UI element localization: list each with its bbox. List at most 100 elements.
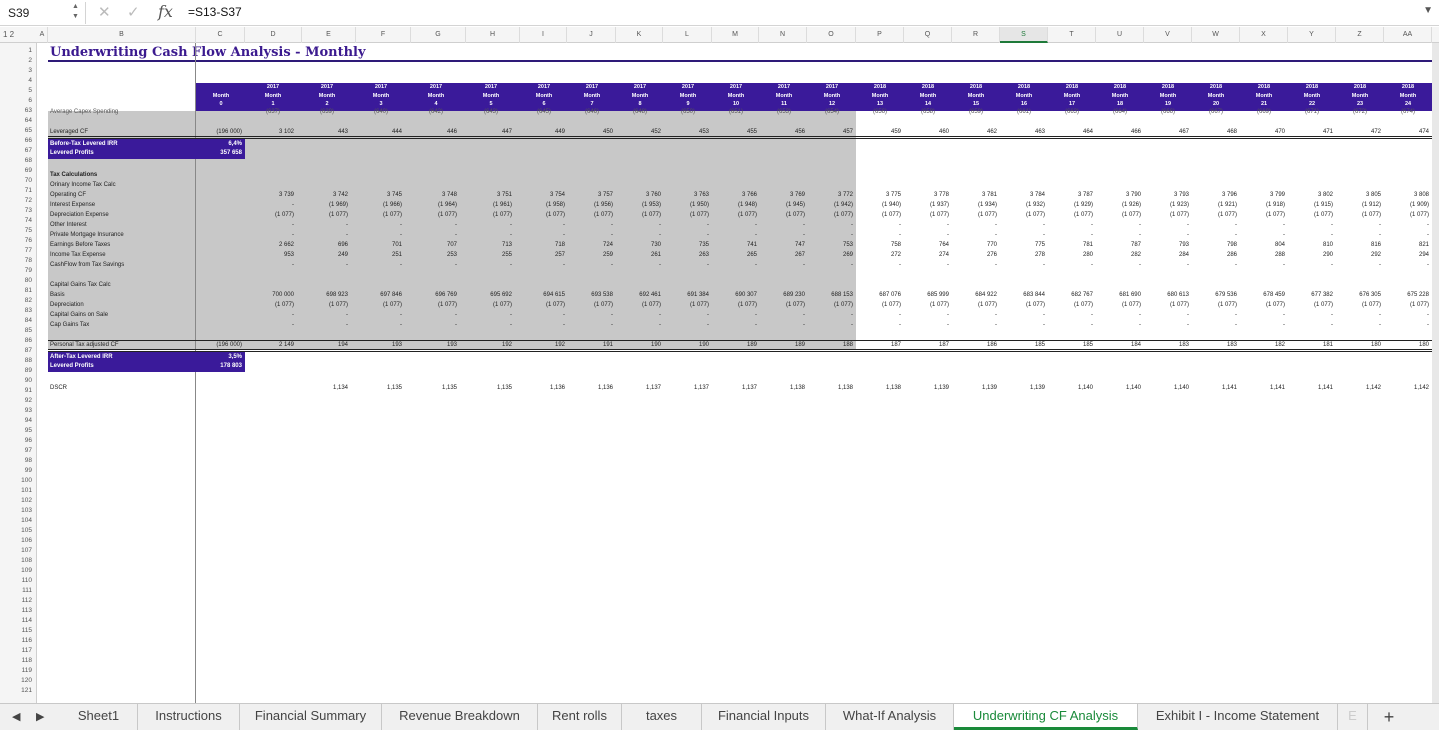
cell-value[interactable]: -: [1383, 261, 1433, 269]
cell-value[interactable]: 1,141: [1191, 384, 1241, 392]
cell-value[interactable]: 781: [1047, 241, 1097, 249]
cell-value[interactable]: 675 228: [1383, 291, 1433, 299]
cell-value[interactable]: -: [466, 321, 516, 329]
cell-value[interactable]: -: [903, 321, 953, 329]
cell-value[interactable]: (666): [1143, 108, 1193, 116]
cell-value[interactable]: (1 926): [1095, 201, 1145, 209]
cell-value[interactable]: 3 739: [248, 191, 298, 199]
cell-value[interactable]: (1 932): [999, 201, 1049, 209]
row-header[interactable]: 98: [0, 456, 37, 466]
cell-value[interactable]: 474: [1383, 128, 1433, 136]
cell-value[interactable]: -: [903, 231, 953, 239]
cell-value[interactable]: (1 077): [1095, 211, 1145, 219]
cell-value[interactable]: 3 102: [248, 128, 298, 136]
cell-value[interactable]: 267: [759, 251, 809, 259]
row-header[interactable]: 112: [0, 596, 37, 606]
cell-value[interactable]: 3 793: [1143, 191, 1193, 199]
cell-value[interactable]: -: [302, 311, 352, 319]
row-header[interactable]: 63: [0, 106, 37, 116]
cell-value[interactable]: (656): [855, 108, 905, 116]
cell-value[interactable]: 1,134: [302, 384, 352, 392]
cell-value[interactable]: 463: [999, 128, 1049, 136]
cell-value[interactable]: -: [248, 261, 298, 269]
before-tax-irr-value[interactable]: 6,4%: [228, 140, 242, 149]
cell-value[interactable]: 261: [615, 251, 665, 259]
cell-value[interactable]: -: [1383, 321, 1433, 329]
cell-value[interactable]: -: [807, 321, 857, 329]
cell-value[interactable]: 1,139: [903, 384, 953, 392]
column-header-V[interactable]: V: [1144, 27, 1192, 43]
cell-value[interactable]: (1 964): [411, 201, 461, 209]
cell-value[interactable]: -: [466, 231, 516, 239]
cell-value[interactable]: -: [1047, 321, 1097, 329]
after-tax-irr-value[interactable]: 3,5%: [228, 353, 242, 362]
cell-value[interactable]: (1 077): [1287, 211, 1337, 219]
row-header[interactable]: 80: [0, 276, 37, 286]
cell-value[interactable]: -: [1287, 231, 1337, 239]
expand-formula-icon[interactable]: ▼: [1423, 5, 1433, 16]
cell-value[interactable]: 775: [999, 241, 1049, 249]
sheet-tab[interactable]: Instructions: [138, 704, 240, 730]
cell-value[interactable]: -: [759, 221, 809, 229]
cell-value[interactable]: 185: [999, 341, 1049, 349]
sheet-tab[interactable]: Rent rolls: [538, 704, 622, 730]
cell-value[interactable]: -: [999, 221, 1049, 229]
cell-value[interactable]: -: [615, 321, 665, 329]
row-header[interactable]: 84: [0, 316, 37, 326]
cell-value[interactable]: (1 077): [411, 301, 461, 309]
row-header[interactable]: 6: [0, 96, 37, 106]
cell-value[interactable]: 255: [466, 251, 516, 259]
cell-value[interactable]: 193: [356, 341, 406, 349]
cell-value[interactable]: -: [807, 261, 857, 269]
cell-value[interactable]: 697 846: [356, 291, 406, 299]
cell-value[interactable]: 1,135: [356, 384, 406, 392]
cell-value[interactable]: 190: [615, 341, 665, 349]
row-header[interactable]: 118: [0, 656, 37, 666]
cell-value[interactable]: 758: [855, 241, 905, 249]
column-header-L[interactable]: L: [663, 27, 712, 43]
row-header[interactable]: 110: [0, 576, 37, 586]
cell-value[interactable]: -: [411, 261, 461, 269]
cell-value[interactable]: 183: [1191, 341, 1241, 349]
cell-value[interactable]: 187: [903, 341, 953, 349]
cell-value[interactable]: (1 077): [1383, 211, 1433, 219]
cell-value[interactable]: (1 077): [1191, 301, 1241, 309]
cell-value[interactable]: -: [519, 311, 569, 319]
cell-value[interactable]: -: [855, 321, 905, 329]
cell-value[interactable]: (658): [903, 108, 953, 116]
cell-value[interactable]: (671): [1287, 108, 1337, 116]
row-header[interactable]: 95: [0, 426, 37, 436]
cell-value[interactable]: 452: [615, 128, 665, 136]
cell-value[interactable]: -: [248, 311, 298, 319]
column-header-H[interactable]: H: [466, 27, 520, 43]
cell-value[interactable]: (1 948): [711, 201, 761, 209]
row-header[interactable]: 76: [0, 236, 37, 246]
column-header-N[interactable]: N: [759, 27, 807, 43]
cell-value[interactable]: (667): [1191, 108, 1241, 116]
cell-value[interactable]: (1 077): [1239, 301, 1289, 309]
outline-levels[interactable]: 1 2: [0, 27, 22, 43]
cell-value[interactable]: -: [466, 221, 516, 229]
cell-value[interactable]: (1 077): [663, 301, 713, 309]
column-header-E[interactable]: E: [302, 27, 356, 43]
cell-value[interactable]: -: [999, 311, 1049, 319]
cell-value[interactable]: 680 613: [1143, 291, 1193, 299]
row-header[interactable]: 78: [0, 256, 37, 266]
cell-value[interactable]: 278: [999, 251, 1049, 259]
cell-value[interactable]: -: [1047, 221, 1097, 229]
add-sheet-icon[interactable]: +: [1378, 706, 1400, 728]
cell-value[interactable]: 713: [466, 241, 516, 249]
cell-value[interactable]: (645): [519, 108, 569, 116]
cell-value[interactable]: (672): [1335, 108, 1385, 116]
cell-value[interactable]: 764: [903, 241, 953, 249]
cell-value[interactable]: -: [999, 231, 1049, 239]
cell-value[interactable]: (664): [1095, 108, 1145, 116]
cell-value[interactable]: -: [855, 221, 905, 229]
cell-value[interactable]: -: [1191, 261, 1241, 269]
row-header[interactable]: 109: [0, 566, 37, 576]
cell-value[interactable]: (637): [248, 108, 298, 116]
cell-value[interactable]: (1 077): [356, 211, 406, 219]
cell-value[interactable]: 694 615: [519, 291, 569, 299]
formula-input[interactable]: =S13-S37: [188, 5, 242, 19]
cell-value[interactable]: -: [1383, 311, 1433, 319]
